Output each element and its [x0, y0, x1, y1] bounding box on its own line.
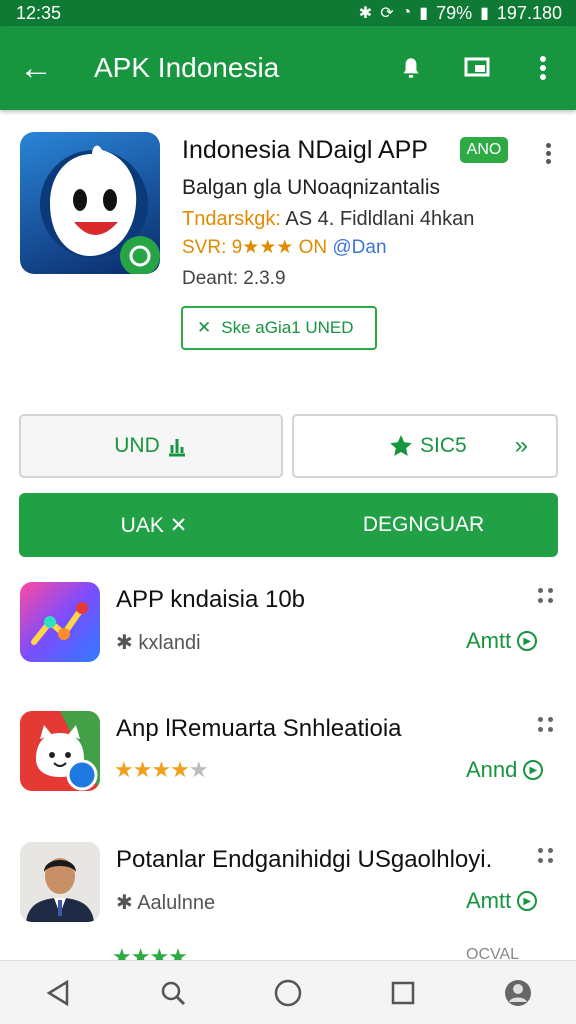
list-item-action[interactable]: Annd ▶	[466, 757, 544, 783]
signal-icon: ▮	[419, 5, 429, 22]
list-app-icon	[20, 711, 100, 791]
install-button[interactable]: UAK ✕ DEGNGUAR	[19, 493, 558, 557]
fan-icon: ✱	[116, 892, 133, 914]
status-time: 12:35	[16, 2, 62, 23]
recents-square-icon[interactable]	[373, 963, 433, 1023]
bluetooth-icon: ✱	[358, 5, 373, 22]
sync-icon: ⟳	[380, 5, 394, 22]
list-item[interactable]: Potanlar Endganihidgi USgaolhloyi. ✱ Aal…	[0, 842, 576, 952]
battery-icon: ▮	[480, 5, 489, 22]
install-left-label: UAK	[120, 513, 164, 537]
status-value: 197.180	[496, 2, 562, 23]
uninstall-label: UND	[114, 434, 160, 457]
list-item[interactable]: APP kndaisia 10b ✱ kxlandi Amtt ▶	[0, 582, 576, 692]
app-bar: ← APK Indonesia	[0, 26, 576, 110]
list-avatar-photo	[20, 842, 100, 922]
list-item-name: Potanlar Endganihidgi USgaolhloyi.	[116, 846, 493, 873]
play-circle-icon: ▶	[517, 891, 538, 911]
close-x-icon: ✕	[169, 513, 188, 537]
list-item-action[interactable]: Amtt ▶	[466, 628, 538, 654]
chip-arrows-icon: ✕	[197, 318, 212, 337]
chart-icon	[168, 439, 185, 457]
notification-icon[interactable]	[378, 26, 444, 110]
star-icon	[390, 435, 412, 456]
system-nav-bar	[0, 960, 576, 1024]
list-item-subtitle: ✱ kxlandi	[116, 632, 201, 654]
category-line: Tndarskgk: AS 4. Fidldlani 4hkan	[182, 208, 474, 231]
app-bar-actions	[378, 26, 576, 110]
header-more-icon[interactable]	[540, 140, 556, 164]
list-item-rating: ★★★★★	[114, 757, 209, 782]
uninstall-button[interactable]: UND	[19, 414, 283, 478]
rating-author-link[interactable]: @Dan	[332, 237, 386, 258]
category-label: Tndarskgk:	[182, 208, 281, 230]
double-chevron-icon: »	[514, 432, 528, 459]
rating-on: ON	[293, 237, 333, 258]
category-value: AS 4. Fidldlani 4hkan	[280, 208, 475, 230]
search-icon[interactable]	[143, 963, 203, 1023]
home-circle-icon[interactable]	[258, 963, 318, 1023]
list-app-icon	[20, 582, 100, 662]
wishlist-label: SIC5	[420, 434, 467, 457]
wifi-icon: ◔	[401, 4, 412, 21]
back-arrow-icon[interactable]: ←	[0, 51, 72, 85]
chip-label: Ske aGia1 UNED	[221, 318, 354, 337]
list-item-name: Anp lRemuarta Snhleatioia	[116, 715, 402, 742]
status-icons: ✱ ⟳ ◔ ▮ 79% ▮ 197.180	[359, 3, 562, 24]
fan-icon: ✱	[116, 632, 133, 654]
wishlist-button[interactable]: SIC5 »	[292, 414, 558, 478]
play-circle-icon: ▶	[523, 760, 544, 780]
battery-percent: 79%	[436, 2, 473, 23]
app-badge: ANO	[460, 137, 508, 163]
list-item[interactable]: Anp lRemuarta Snhleatioia ★★★★★ Annd ▶	[0, 711, 576, 821]
rating-stars: ★★★	[242, 237, 294, 258]
feature-chip[interactable]: ✕ Ske aGia1 UNED	[181, 306, 377, 350]
account-icon[interactable]	[488, 963, 548, 1023]
play-circle-icon: ▶	[517, 631, 538, 651]
version-line: Deant: 2.3.9	[182, 268, 286, 290]
grip-icon[interactable]	[538, 717, 554, 733]
list-item-action[interactable]: Amtt ▶	[466, 888, 538, 914]
app-name: Indonesia NDaigl APP	[182, 136, 428, 164]
version-text: Deant: 2.3.9	[182, 268, 286, 289]
grip-icon[interactable]	[538, 848, 554, 864]
overflow-menu-icon[interactable]	[510, 26, 576, 110]
list-item-name: APP kndaisia 10b	[116, 586, 306, 613]
developer-line: Balgan gla UNoaqnizantalis	[182, 176, 440, 199]
grip-icon[interactable]	[538, 588, 554, 604]
install-right-label: DEGNGUAR	[362, 513, 485, 536]
rating-line: SVR: 9★★★ ON @Dan	[182, 236, 387, 259]
cast-icon[interactable]	[444, 26, 510, 110]
app-bar-title: APK Indonesia	[94, 52, 280, 83]
status-bar: 12:35 ✱ ⟳ ◔ ▮ 79% ▮ 197.180	[0, 0, 576, 26]
list-item-subtitle: ✱ Aalulnne	[116, 892, 216, 914]
back-triangle-icon[interactable]	[28, 963, 88, 1023]
app-icon	[20, 132, 160, 274]
rating-prefix: SVR: 9	[182, 237, 243, 258]
